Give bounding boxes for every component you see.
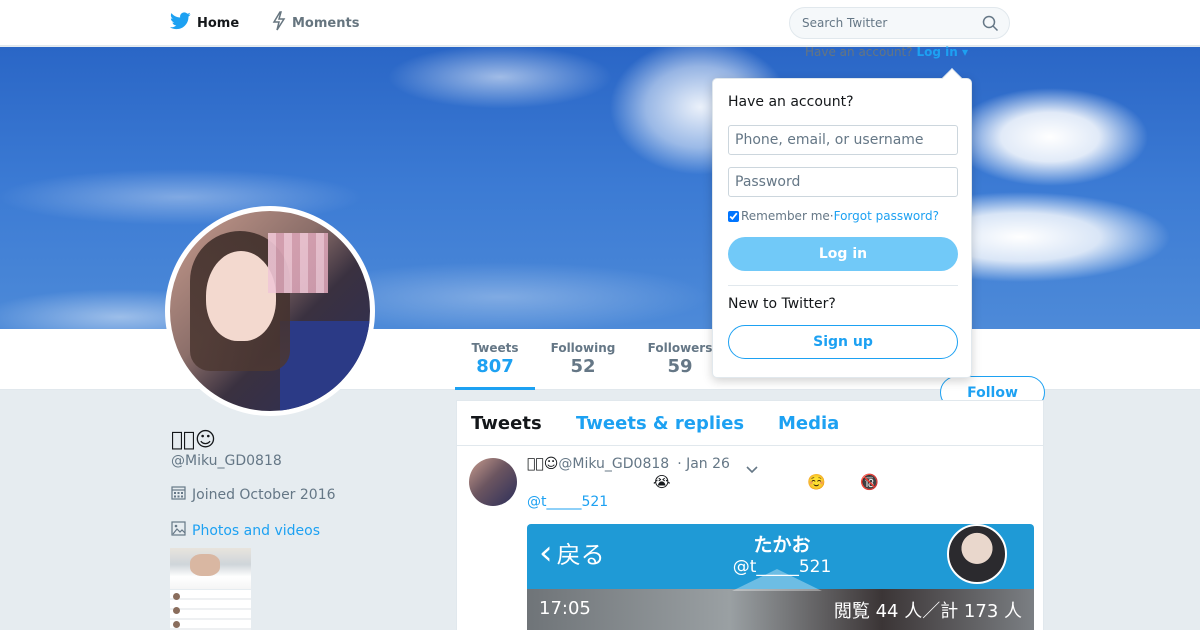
avatar-pixelated-face xyxy=(268,233,328,293)
nav-home[interactable]: Home xyxy=(170,0,239,46)
media-view-count: 閲覧 44 人／計 173 人 xyxy=(833,601,1022,622)
tweet-emoji: 😭 xyxy=(653,473,671,491)
tweet-author-avatar[interactable] xyxy=(469,458,517,506)
nav-moments-label: Moments xyxy=(292,15,360,31)
account-prompt: Have an account? Log in ▾ xyxy=(805,45,968,59)
stat-following[interactable]: Following 52 xyxy=(543,341,623,377)
joined-date-text: Joined October 2016 xyxy=(192,486,336,503)
stat-followers[interactable]: Followers 59 xyxy=(640,341,720,377)
password-field[interactable] xyxy=(728,167,958,197)
tweet-author-name[interactable]:   ☺ xyxy=(527,456,558,472)
profile-avatar[interactable] xyxy=(165,206,375,416)
login-dropdown: Have an account? Remember me · Forgot pa… xyxy=(712,68,972,378)
media-thumbnail[interactable] xyxy=(170,590,251,630)
tab-tweets[interactable]: Tweets xyxy=(471,413,542,434)
profile-handle[interactable]: @Miku_GD0818 xyxy=(171,453,282,469)
photos-and-videos-link[interactable]: Photos and videos xyxy=(171,521,320,540)
stat-following-label: Following xyxy=(550,341,616,355)
stat-tweets[interactable]: Tweets 807 xyxy=(455,341,535,390)
tweet-header:   ☺ @Miku_GD0818 · Jan 26 xyxy=(527,456,730,472)
new-to-twitter-text: New to Twitter? xyxy=(728,296,836,312)
tweet-emoji: ☺️ xyxy=(807,473,826,491)
account-prompt-text: Have an account? xyxy=(805,45,913,59)
remember-me-row: Remember me · Forgot password? xyxy=(728,209,939,223)
avatar-photo-detail xyxy=(206,251,276,341)
thumbnail-detail xyxy=(190,554,220,576)
remember-me-checkbox[interactable] xyxy=(728,210,739,222)
photos-and-videos-label: Photos and videos xyxy=(192,522,321,539)
username-field[interactable] xyxy=(728,125,958,155)
tweet-options-chevron-down-icon[interactable] xyxy=(745,460,759,479)
profile-display-name:   ☺ xyxy=(171,427,216,451)
stat-followers-label: Followers xyxy=(647,341,713,355)
timeline-card: Tweets Tweets & replies Media   ☺ @Miku_… xyxy=(456,400,1044,630)
tweet-author-handle[interactable]: @Miku_GD0818 xyxy=(558,456,669,472)
search-input[interactable] xyxy=(802,16,972,30)
stat-following-value: 52 xyxy=(570,356,596,377)
media-back-label: 戻る xyxy=(556,541,605,569)
stat-tweets-label: Tweets xyxy=(471,341,519,355)
remember-me-label[interactable]: Remember me xyxy=(741,209,830,223)
tweet-emoji: 🔞 xyxy=(860,473,879,491)
media-thumbnail[interactable] xyxy=(170,548,251,589)
media-back-button: ‹ 戻る xyxy=(539,535,605,570)
login-dropdown-title: Have an account? xyxy=(728,94,854,110)
media-user-avatar xyxy=(947,524,1007,584)
forgot-password-link[interactable]: Forgot password? xyxy=(834,209,939,223)
lightning-icon xyxy=(272,11,286,35)
top-navigation-bar: Home Moments xyxy=(0,0,1200,46)
tweet-media-image[interactable]: ‹ 戻る たかお @t_____521 17:05 閲覧 44 人／計 173 … xyxy=(527,524,1034,630)
thumbnail-detail xyxy=(173,621,180,628)
media-clock: 17:05 xyxy=(539,598,591,619)
timeline-tabs: Tweets Tweets & replies Media xyxy=(457,401,1043,446)
signup-button[interactable]: Sign up xyxy=(728,325,958,359)
joined-date: Joined October 2016 xyxy=(171,485,336,504)
nav-home-label: Home xyxy=(197,15,240,31)
avatar-photo-detail xyxy=(280,321,370,411)
divider xyxy=(728,285,958,286)
thumbnail-detail xyxy=(173,593,180,600)
login-button[interactable]: Log in xyxy=(728,237,958,271)
stat-tweets-value: 807 xyxy=(476,356,514,377)
twitter-bird-icon xyxy=(170,12,191,34)
search-box xyxy=(789,7,1010,39)
tweet-timestamp[interactable]: · Jan 26 xyxy=(677,456,730,472)
media-user-name: たかお xyxy=(753,534,811,556)
search-icon[interactable] xyxy=(982,15,999,36)
tab-tweets-and-replies[interactable]: Tweets & replies xyxy=(576,413,744,434)
calendar-icon xyxy=(171,485,186,504)
chevron-left-icon: ‹ xyxy=(539,532,553,573)
stat-followers-value: 59 xyxy=(667,356,693,377)
nav-moments[interactable]: Moments xyxy=(272,0,359,46)
thumbnail-detail xyxy=(173,607,180,614)
login-dropdown-toggle[interactable]: Log in ▾ xyxy=(916,45,968,59)
photo-icon xyxy=(171,521,186,540)
media-user-handle: @t_____521 xyxy=(732,557,832,577)
tab-media[interactable]: Media xyxy=(778,413,839,434)
tweet-mention-link[interactable]: @t_____521 xyxy=(527,494,608,510)
